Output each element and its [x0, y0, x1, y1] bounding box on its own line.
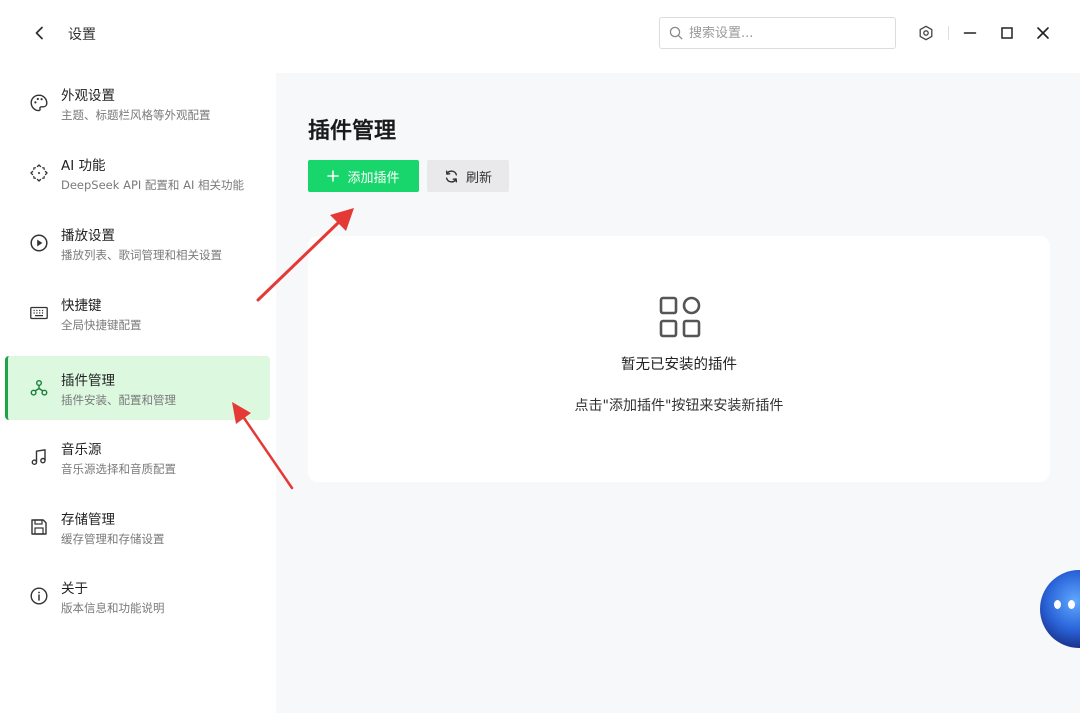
theme-settings-button[interactable] — [914, 21, 938, 45]
settings-icon — [919, 25, 933, 41]
refresh-label: 刷新 — [465, 170, 492, 186]
sidebar-item-storage[interactable]: 存储管理 缓存管理和存储设置 — [5, 495, 270, 559]
plugin-icon — [29, 378, 49, 398]
page-title: 插件管理 — [308, 119, 397, 144]
empty-state-card: 暂无已安装的插件 点击"添加插件"按钮来安装新插件 — [308, 236, 1050, 482]
sidebar-item-playback[interactable]: 播放设置 播放列表、歌词管理和相关设置 — [5, 211, 270, 275]
sidebar-item-title: 关于 — [61, 581, 88, 597]
title-bar: 设置 — [0, 0, 1080, 68]
plus-icon — [327, 170, 340, 182]
maximize-icon — [1001, 27, 1013, 39]
save-icon — [29, 517, 49, 537]
avatar-eye — [1054, 600, 1061, 609]
maximize-button[interactable] — [995, 21, 1019, 45]
sidebar-item-subtitle: DeepSeek API 配置和 AI 相关功能 — [61, 178, 244, 192]
sidebar-item-title: 音乐源 — [61, 442, 102, 458]
sidebar-item-title: 外观设置 — [61, 88, 115, 104]
add-plugin-label: 添加插件 — [347, 170, 400, 186]
info-icon — [29, 586, 49, 606]
sidebar-item-subtitle: 播放列表、歌词管理和相关设置 — [61, 248, 222, 262]
ai-icon — [29, 163, 49, 183]
plugin-management-panel: 插件管理 添加插件 刷新 暂无已安装的插件 点击"添加插件"按钮来安装新插件 — [276, 73, 1080, 713]
apps-grid-icon — [659, 296, 701, 338]
sidebar-item-music-source[interactable]: 音乐源 音乐源选择和音质配置 — [5, 425, 270, 489]
sidebar-item-title: 插件管理 — [61, 373, 115, 389]
sidebar-item-subtitle: 缓存管理和存储设置 — [61, 532, 165, 546]
sidebar-item-title: 播放设置 — [61, 228, 115, 244]
search-icon — [669, 26, 683, 40]
chevron-left-icon — [35, 26, 43, 40]
avatar-eye — [1068, 600, 1075, 609]
add-plugin-button[interactable]: 添加插件 — [308, 160, 419, 192]
palette-icon — [29, 93, 49, 113]
sidebar-item-about[interactable]: 关于 版本信息和功能说明 — [5, 564, 270, 628]
minimize-button[interactable] — [958, 21, 982, 45]
search-box[interactable] — [659, 17, 896, 49]
sidebar-item-title: 快捷键 — [61, 298, 102, 314]
close-icon — [1037, 27, 1049, 39]
empty-state-hint: 点击"添加插件"按钮来安装新插件 — [574, 398, 784, 414]
back-button[interactable] — [28, 21, 52, 45]
sidebar-item-appearance[interactable]: 外观设置 主题、标题栏风格等外观配置 — [5, 71, 270, 135]
refresh-button[interactable]: 刷新 — [427, 160, 509, 192]
refresh-icon — [445, 169, 458, 183]
sidebar-item-subtitle: 版本信息和功能说明 — [61, 601, 165, 615]
sidebar-item-subtitle: 全局快捷键配置 — [61, 318, 142, 332]
sidebar-item-title: AI 功能 — [61, 158, 106, 174]
empty-state-title: 暂无已安装的插件 — [621, 357, 737, 373]
close-button[interactable] — [1031, 21, 1055, 45]
sidebar-item-subtitle: 插件安装、配置和管理 — [61, 393, 176, 407]
sidebar-item-ai[interactable]: AI 功能 DeepSeek API 配置和 AI 相关功能 — [5, 141, 270, 205]
music-note-icon — [29, 447, 49, 467]
settings-sidebar: 外观设置 主题、标题栏风格等外观配置 AI 功能 DeepSeek API 配置… — [0, 68, 276, 713]
title-bar-divider — [948, 26, 949, 40]
keyboard-icon — [29, 303, 49, 323]
sidebar-item-title: 存储管理 — [61, 512, 115, 528]
minimize-icon — [963, 32, 977, 34]
sidebar-item-shortcuts[interactable]: 快捷键 全局快捷键配置 — [5, 281, 270, 345]
sidebar-item-subtitle: 音乐源选择和音质配置 — [61, 462, 176, 476]
sidebar-item-plugins[interactable]: 插件管理 插件安装、配置和管理 — [5, 356, 270, 420]
play-circle-icon — [29, 233, 49, 253]
sidebar-item-subtitle: 主题、标题栏风格等外观配置 — [61, 108, 211, 122]
search-input[interactable] — [689, 25, 879, 41]
window-title: 设置 — [68, 27, 96, 43]
